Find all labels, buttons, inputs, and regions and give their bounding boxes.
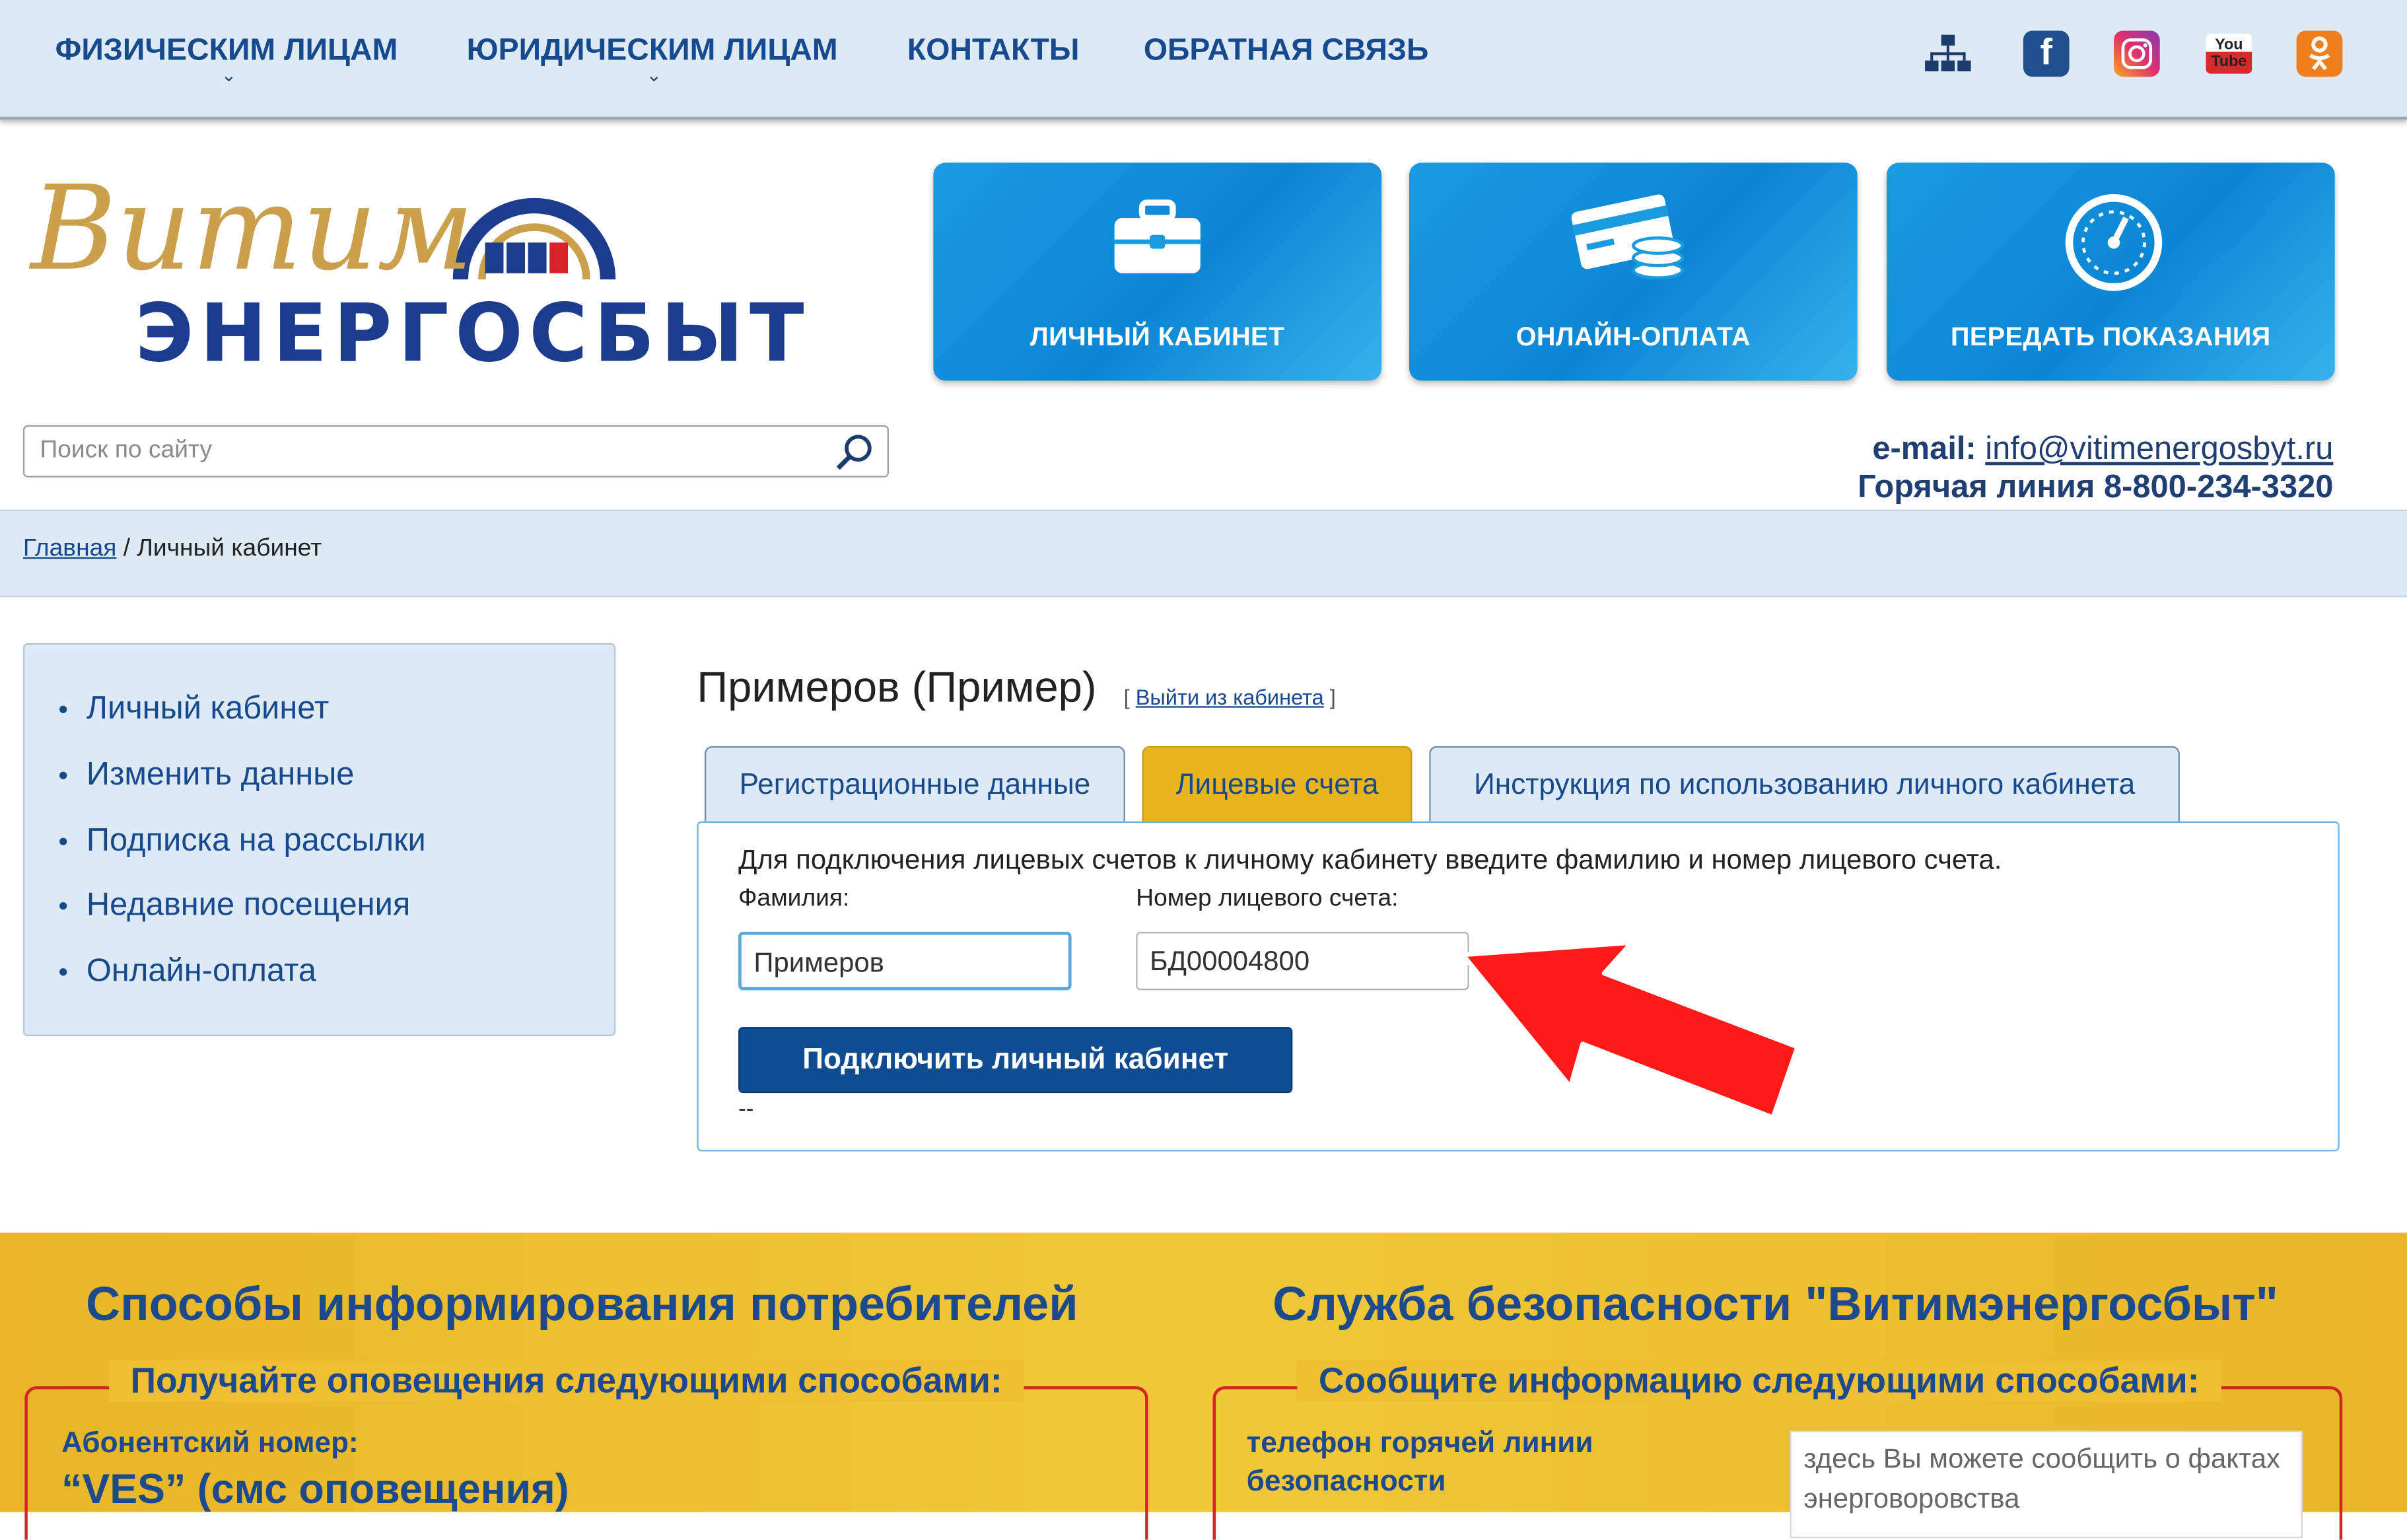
sidebar-item-personal-account[interactable]: Личный кабинет <box>58 691 329 728</box>
site-logo[interactable]: Витим ЭНЕРГОСБЫТ <box>15 153 844 384</box>
tile-label: ЛИЧНЫЙ КАБИНЕТ <box>1029 322 1285 352</box>
nav-contacts[interactable]: КОНТАКТЫ <box>907 34 1080 69</box>
youtube-icon[interactable]: You Tube <box>2206 30 2252 77</box>
subscriber-number-value: “VES” (смс оповещения) <box>61 1465 569 1512</box>
logo-wordmark: ЭНЕРГОСБЫТ <box>135 289 810 381</box>
logout-link-wrapper: [ Выйти из кабинета ] <box>1123 684 1336 709</box>
hotline-number[interactable]: 8-800-234-3320 <box>2104 470 2333 505</box>
consumer-info-subheading: Получайте оповещения следующими способам… <box>109 1360 1024 1402</box>
annotation-arrow-icon <box>1460 940 1800 1120</box>
nav-legal-entities[interactable]: ЮРИДИЧЕСКИМ ЛИЦАМ <box>467 34 838 69</box>
sidebar-item-recent-visits[interactable]: Недавние посещения <box>58 888 410 925</box>
breadcrumb-current: Личный кабинет <box>137 536 322 562</box>
odnoklassniki-icon[interactable] <box>2296 30 2343 77</box>
subscriber-number-label: Абонентский номер: <box>61 1427 359 1460</box>
card-coins-icon <box>1571 194 1685 280</box>
report-theft-textarea[interactable]: здесь Вы можете сообщить о фактах энерго… <box>1790 1430 2303 1539</box>
email-label: e-mail: <box>1872 431 1976 467</box>
consumer-info-box <box>24 1386 1148 1540</box>
page-title: Примеров (Пример) <box>697 663 1097 711</box>
security-hotline-label-2: безопасности <box>1246 1465 1446 1498</box>
search-input[interactable]: Поиск по сайту <box>22 425 889 477</box>
instruction-text: Для подключения лицевых счетов к личному… <box>738 844 2002 876</box>
tile-label: ОНЛАЙН-ОПЛАТА <box>1516 322 1751 352</box>
tile-submit-readings[interactable]: ПЕРЕДАТЬ ПОКАЗАНИЯ <box>1886 162 2335 381</box>
facebook-icon[interactable]: f <box>2023 30 2070 77</box>
email-link[interactable]: info@vitimenergosbyt.ru <box>1985 431 2333 466</box>
search-placeholder: Поиск по сайту <box>40 437 213 464</box>
tab-instructions[interactable]: Инструкция по использованию личного каби… <box>1429 746 2180 823</box>
tile-label: ПЕРЕДАТЬ ПОКАЗАНИЯ <box>1951 322 2271 352</box>
tab-registration-data[interactable]: Регистрационные данные <box>704 746 1125 823</box>
panel-footer-text: -- <box>738 1096 754 1123</box>
sidebar-item-edit-data[interactable]: Изменить данные <box>58 757 355 794</box>
sitemap-icon[interactable] <box>1925 30 1971 77</box>
nav-individuals[interactable]: ФИЗИЧЕСКИМ ЛИЦАМ <box>55 34 398 69</box>
account-number-label: Номер лицевого счета: <box>1136 886 1399 912</box>
logout-link[interactable]: Выйти из кабинета <box>1136 685 1324 709</box>
breadcrumb-home[interactable]: Главная <box>23 536 117 562</box>
tile-online-payment[interactable]: ОНЛАЙН-ОПЛАТА <box>1409 162 1858 381</box>
contacts-block: e-mail: info@vitimenergosbyt.ru Горячая … <box>1858 430 2333 507</box>
logo-script: Витим <box>30 159 474 297</box>
sidebar-item-subscriptions[interactable]: Подписка на рассылки <box>58 823 426 860</box>
connect-account-button[interactable]: Подключить личный кабинет <box>738 1027 1293 1094</box>
surname-label: Фамилия: <box>738 886 850 912</box>
sidebar: Личный кабинет Изменить данные Подписка … <box>22 643 616 1037</box>
meter-gauge-icon <box>2065 194 2163 291</box>
security-hotline-label: телефон горячей линии <box>1246 1427 1593 1460</box>
tile-personal-account[interactable]: ЛИЧНЫЙ КАБИНЕТ <box>933 162 1382 381</box>
top-nav: ФИЗИЧЕСКИМ ЛИЦАМ ⌄ ЮРИДИЧЕСКИМ ЛИЦАМ ⌄ К… <box>0 0 2407 120</box>
consumer-info-heading: Способы информирования потребителей <box>86 1277 1078 1331</box>
security-info-subheading: Сообщите информацию следующими способами… <box>1297 1360 2221 1402</box>
hotline-label: Горячая линия <box>1858 470 2095 505</box>
nav-feedback[interactable]: ОБРАТНАЯ СВЯЗЬ <box>1144 34 1429 69</box>
security-service-heading: Служба безопасности "Витимэнергосбыт" <box>1273 1277 2278 1331</box>
breadcrumb: Главная / Личный кабинет <box>0 509 2407 598</box>
tab-personal-accounts[interactable]: Лицевые счета <box>1142 746 1413 823</box>
account-number-field[interactable]: БД00004800 <box>1136 932 1469 991</box>
briefcase-icon <box>1114 199 1201 273</box>
chevron-down-icon[interactable]: ⌄ <box>646 65 662 87</box>
breadcrumb-separator: / <box>116 536 137 562</box>
chevron-down-icon[interactable]: ⌄ <box>221 65 236 87</box>
surname-field[interactable]: Примеров <box>738 932 1072 991</box>
instagram-icon[interactable] <box>2113 30 2160 77</box>
search-icon[interactable] <box>835 433 875 473</box>
sidebar-item-online-payment[interactable]: Онлайн-оплата <box>58 954 316 991</box>
